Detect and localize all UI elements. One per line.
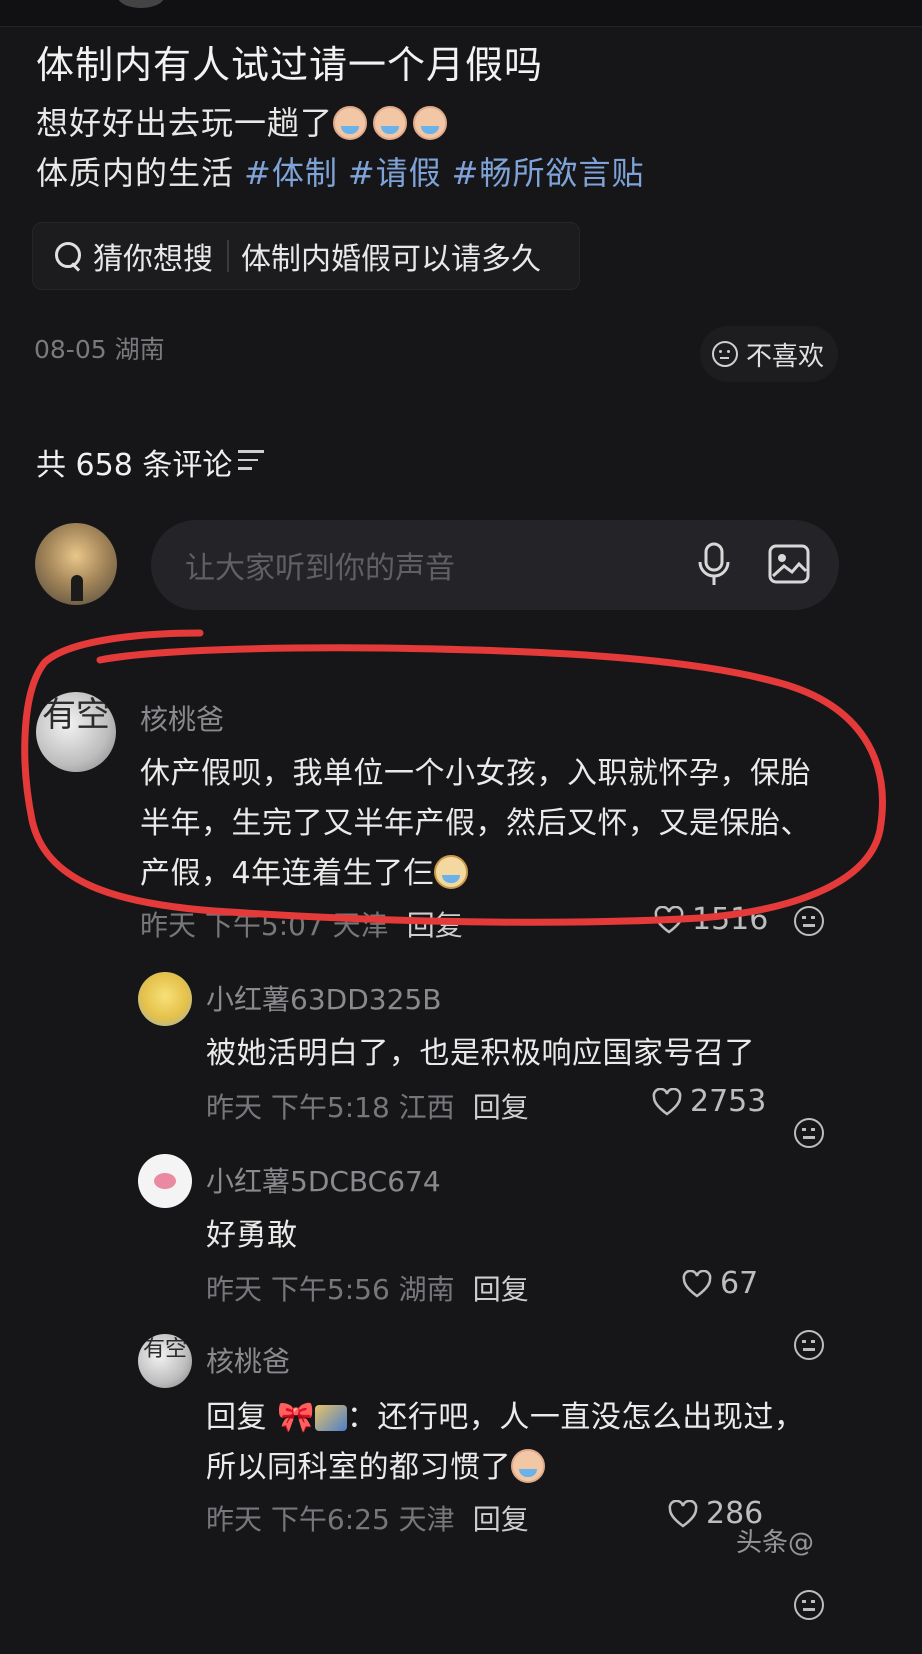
commenter-avatar[interactable]: 有空 — [36, 692, 116, 772]
search-suggestion[interactable]: 猜你想搜 体制内婚假可以请多久 — [32, 222, 580, 290]
comment-text-line: 被她活明白了，也是积极响应国家号召了 — [206, 1036, 755, 1071]
donut-icon — [154, 1173, 176, 1189]
bow-icon: 🎀 — [277, 1400, 315, 1435]
dislike-comment-icon[interactable] — [794, 1590, 824, 1620]
comment-text-line: 半年，生完了又半年产假，然后又怀，又是保胎、 — [140, 806, 811, 841]
comment-meta: 昨天 下午5:18 江西 回复 — [206, 1091, 529, 1124]
like-count: 2753 — [690, 1084, 767, 1119]
watermark: 头条@ — [736, 1528, 815, 1558]
like-button[interactable]: 1516 — [654, 902, 768, 937]
dislike-comment-icon[interactable] — [794, 906, 824, 936]
commenter-name[interactable]: 核桃爸 — [140, 698, 224, 738]
comment-text-line: 回复 🎀 ：还行吧，人一直没怎么出现过， — [206, 1400, 805, 1435]
sort-icon[interactable] — [238, 450, 264, 472]
comment-input-placeholder: 让大家听到你的声音 — [185, 551, 455, 586]
image-icon[interactable] — [768, 544, 810, 584]
microphone-icon[interactable] — [695, 542, 733, 588]
crying-emoji-icon — [373, 106, 408, 140]
commenter-name[interactable]: 核桃爸 — [206, 1340, 290, 1380]
hashtag-link[interactable]: #畅所欲言贴 — [452, 154, 645, 192]
dislike-comment-icon[interactable] — [794, 1118, 824, 1148]
like-count: 1516 — [692, 902, 769, 937]
comment-text-line: 好勇敢 — [206, 1218, 298, 1253]
reply-button[interactable]: 回复 — [473, 1091, 529, 1124]
reply-button[interactable]: 回复 — [473, 1503, 529, 1536]
dislike-button[interactable]: 不喜欢 — [700, 326, 838, 382]
emoji-icon — [434, 855, 469, 889]
heart-icon — [652, 1087, 682, 1116]
heart-icon — [654, 905, 684, 934]
comment-meta: 昨天 下午6:25 天津 回复 — [206, 1503, 529, 1536]
reply-button[interactable]: 回复 — [407, 909, 463, 942]
divider — [227, 240, 229, 272]
commenter-name[interactable]: 小红薯5DCBC674 — [206, 1160, 441, 1200]
crying-emoji-icon — [333, 106, 368, 140]
commenter-name[interactable]: 小红薯63DD325B — [206, 978, 441, 1018]
my-avatar[interactable] — [35, 523, 117, 605]
dislike-label: 不喜欢 — [746, 341, 825, 372]
suggest-query: 体制内婚假可以请多久 — [241, 242, 541, 277]
heart-icon — [668, 1499, 698, 1528]
like-count: 67 — [720, 1266, 759, 1301]
emoji-icon — [511, 1449, 545, 1483]
hashtag-link[interactable]: #请假 — [348, 154, 442, 192]
like-button[interactable]: 2753 — [652, 1084, 766, 1119]
post-body-line-1: 想好好出去玩一趟了 — [36, 98, 453, 144]
comment-meta: 昨天 下午5:07 天津 回复 — [140, 909, 463, 942]
meh-face-icon — [712, 341, 738, 367]
comment-text-line: 所以同科室的都习惯了 — [206, 1442, 551, 1486]
comment-input[interactable]: 让大家听到你的声音 — [151, 520, 839, 610]
comment-text-line: 产假，4年连着生了仨 — [140, 848, 474, 892]
hashtag-link[interactable]: #体制 — [244, 154, 338, 192]
comment-text-line: 休产假呗，我单位一个小女孩，入职就怀孕，保胎 — [140, 756, 811, 791]
sticker-icon — [314, 1405, 347, 1431]
post-date-location: 08-05 湖南 — [34, 335, 165, 364]
search-icon — [55, 242, 83, 270]
like-button[interactable]: 67 — [682, 1266, 758, 1301]
commenter-avatar[interactable] — [138, 1154, 192, 1208]
reply-button[interactable]: 回复 — [473, 1273, 529, 1306]
commenter-avatar[interactable] — [138, 972, 192, 1026]
heart-icon — [682, 1269, 712, 1298]
post-body-line-2: 体质内的生活 #体制 #请假 #畅所欲言贴 — [36, 154, 645, 192]
suggest-label: 猜你想搜 — [93, 242, 213, 277]
commenter-avatar[interactable]: 有空 — [138, 1334, 192, 1388]
dislike-comment-icon[interactable] — [794, 1330, 824, 1360]
comment-count: 共 658 条评论 — [36, 448, 233, 483]
post-title: 体制内有人试过请一个月假吗 — [36, 43, 544, 87]
crying-emoji-icon — [413, 106, 448, 140]
comment-meta: 昨天 下午5:56 湖南 回复 — [206, 1273, 529, 1306]
